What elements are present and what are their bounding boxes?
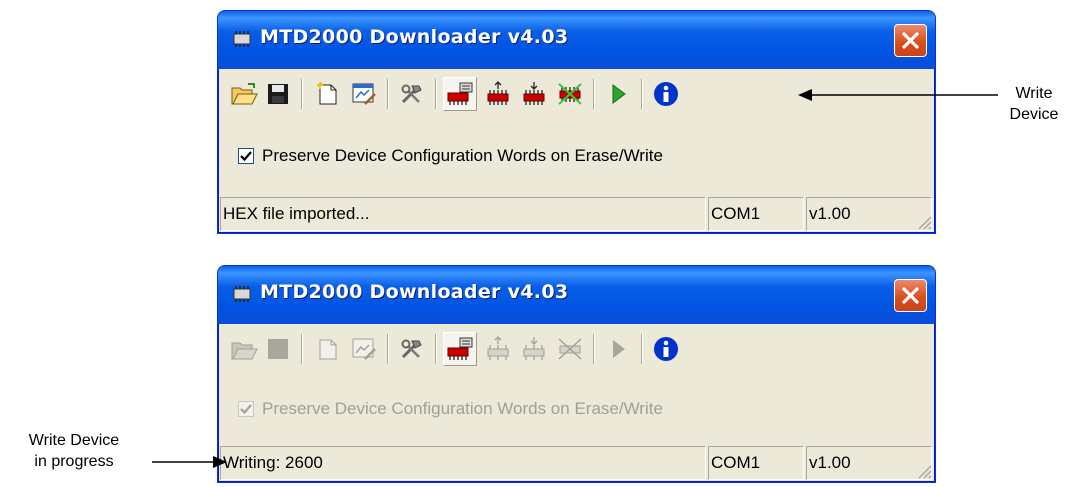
write-progress-arrow xyxy=(152,456,227,468)
callout-line: Device xyxy=(1009,106,1059,123)
write-device-callout: Write Device xyxy=(1004,83,1064,125)
callout-line: Write xyxy=(1015,85,1053,102)
callout-arrows xyxy=(152,89,998,468)
callout-line: Write Device xyxy=(28,432,120,449)
callout-line: in progress xyxy=(34,453,114,470)
write-progress-callout: Write Device in progress xyxy=(14,430,134,472)
write-device-arrow xyxy=(798,89,998,101)
